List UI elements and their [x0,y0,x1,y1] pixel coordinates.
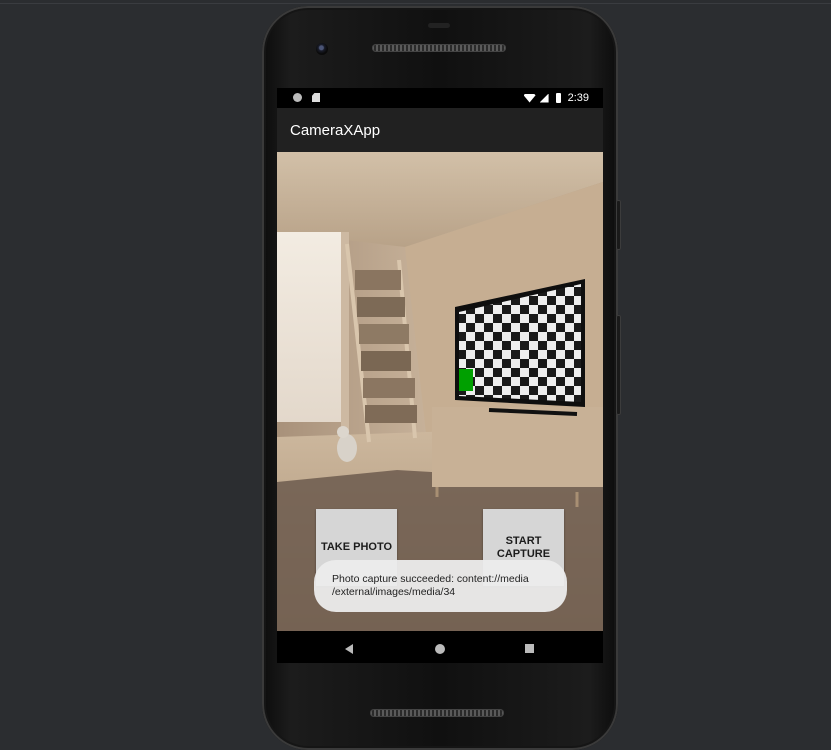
earpiece-speaker [372,44,506,52]
battery-icon [555,93,561,103]
toast-text: Photo capture succeeded: content://media… [332,573,529,598]
app-bar: CameraXApp [277,108,603,152]
tv-green-marker [459,369,473,391]
recents-icon[interactable] [525,644,534,653]
sd-card-icon [312,93,320,102]
signal-icon [539,93,549,103]
front-camera-icon [316,43,328,55]
wifi-icon [523,93,536,103]
ide-divider [0,3,831,4]
status-bar: 2:39 [277,88,603,108]
device-screen: 2:39 CameraXApp TAKE PHOTO START CAPTURE… [277,88,603,663]
notification-dot-icon [293,93,302,102]
power-button [616,200,621,250]
volume-button [616,315,621,415]
toast-message: Photo capture succeeded: content://media… [314,560,567,612]
app-title: CameraXApp [290,122,381,139]
sensor-slot [428,23,450,28]
back-icon[interactable] [345,644,353,654]
home-icon[interactable] [435,644,445,654]
bottom-speaker [370,709,504,717]
navigation-bar [277,631,603,663]
status-clock: 2:39 [567,92,589,104]
